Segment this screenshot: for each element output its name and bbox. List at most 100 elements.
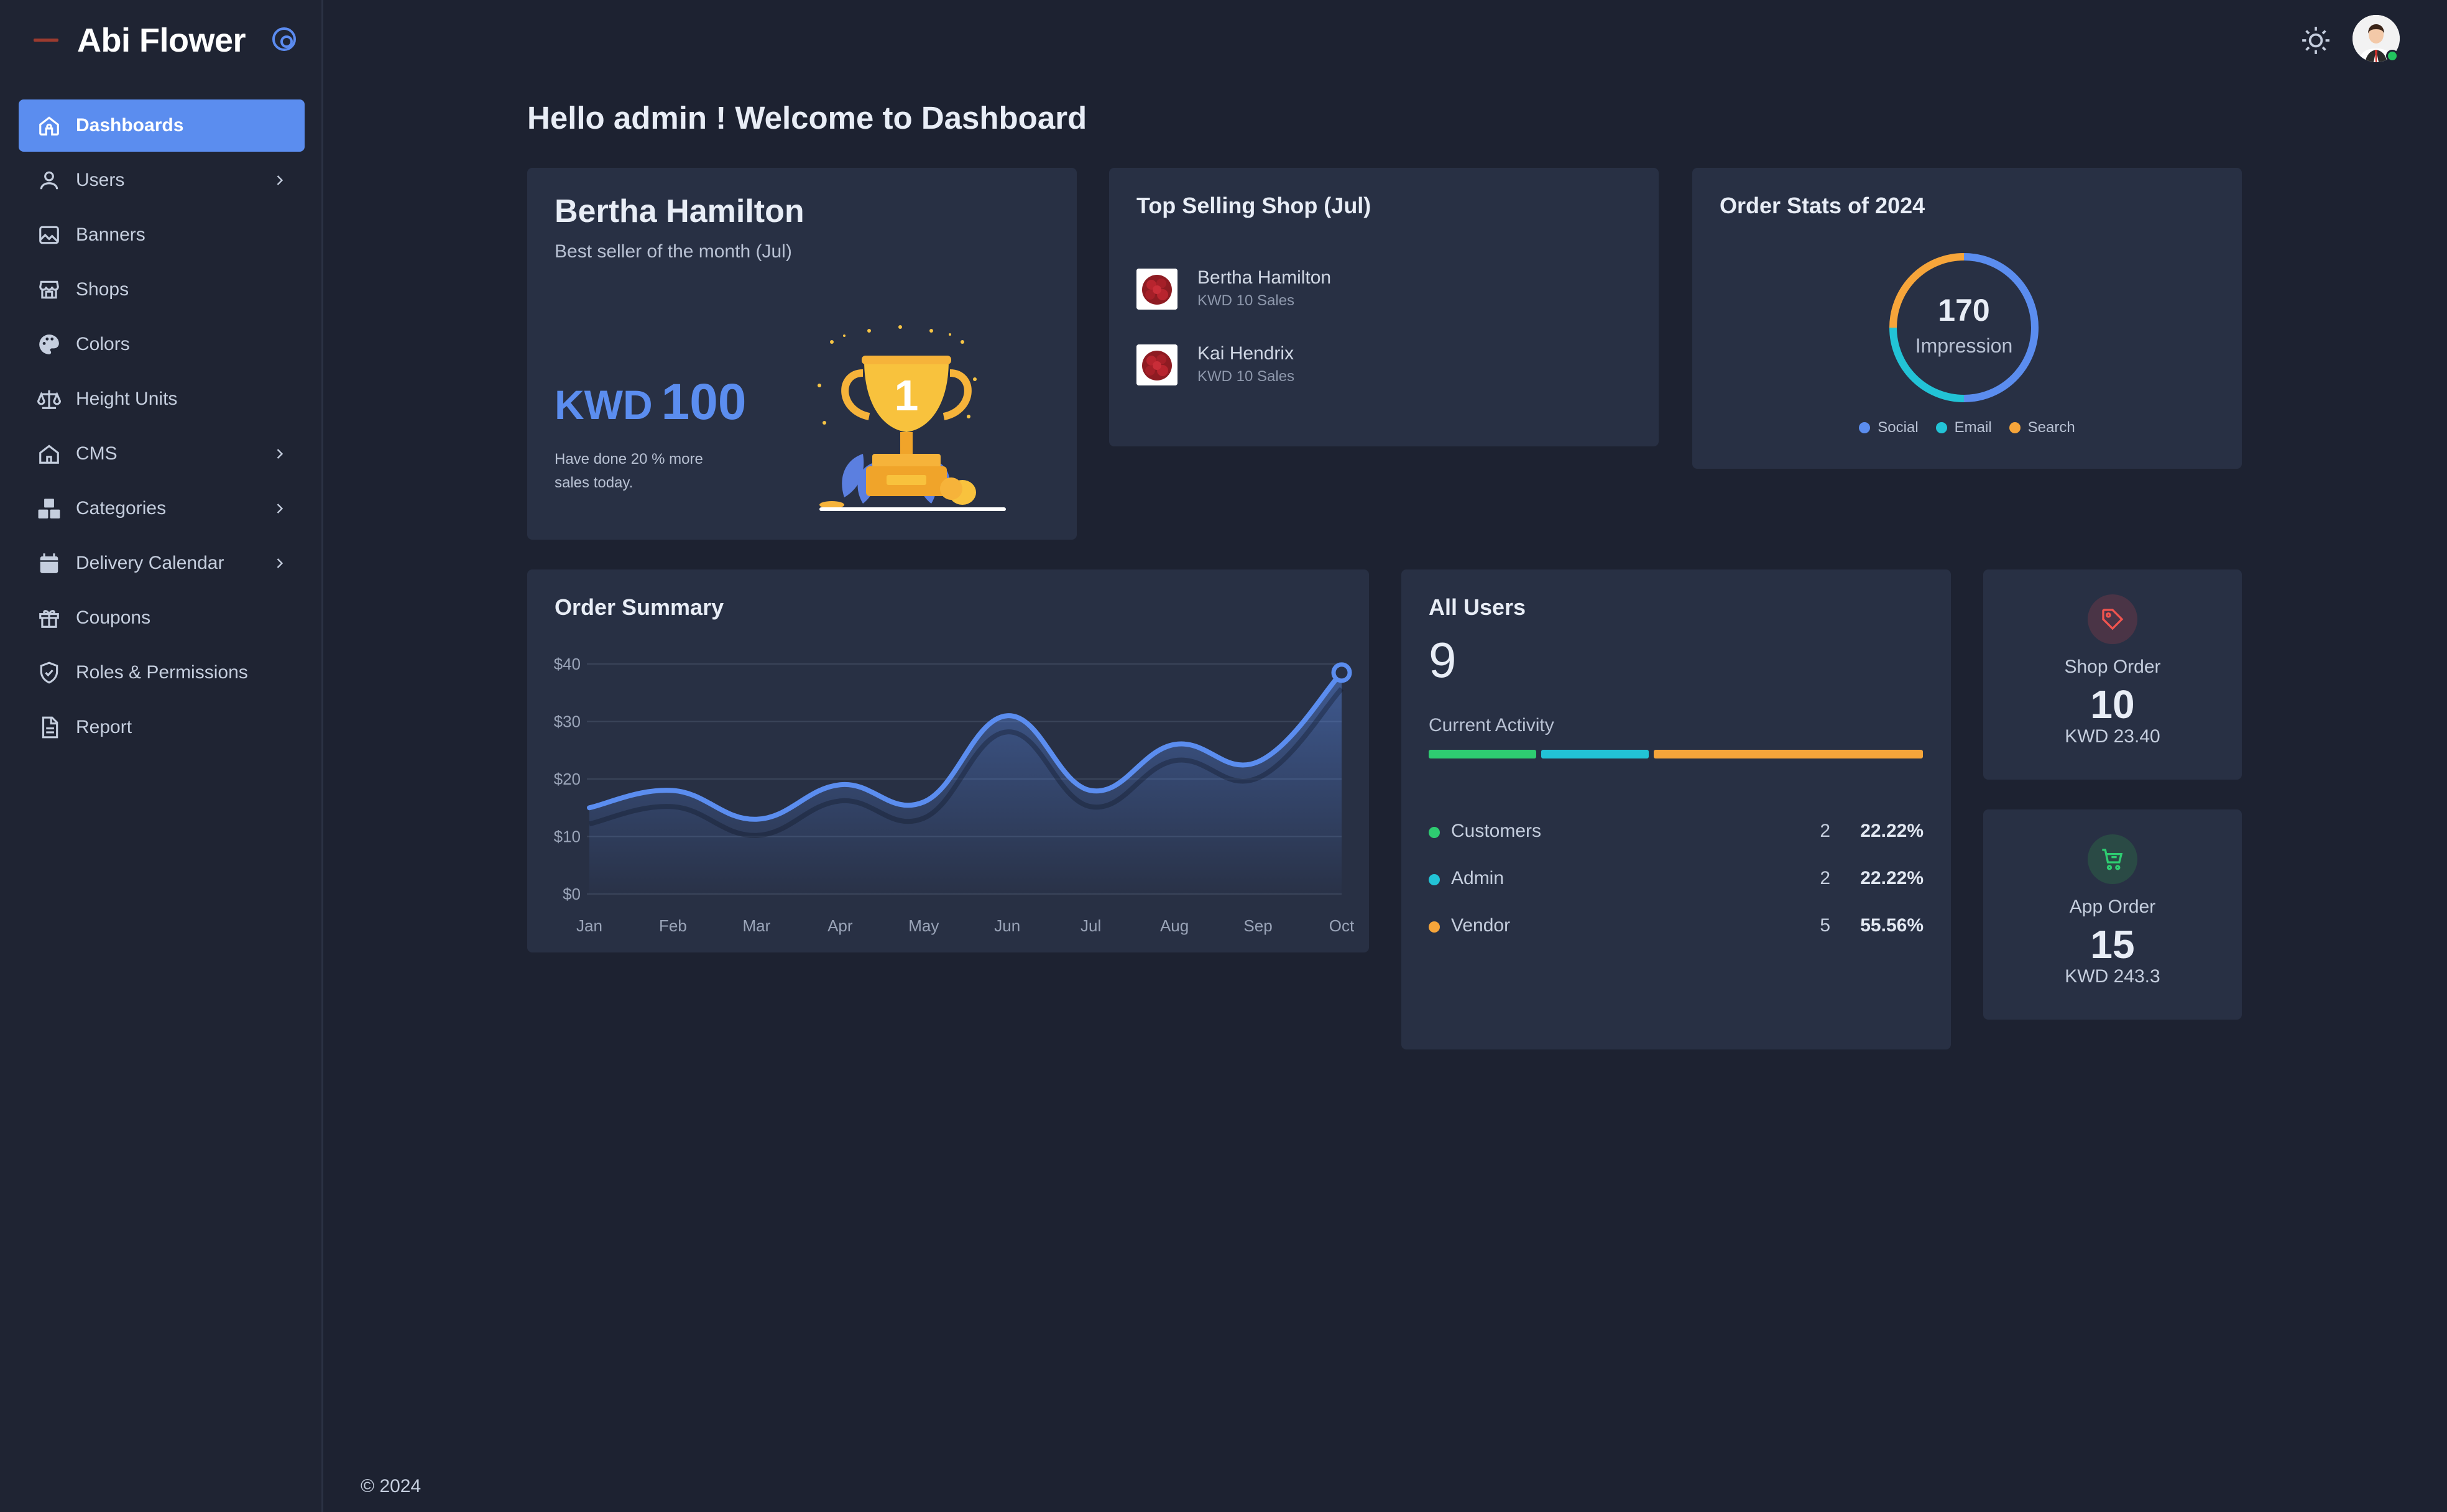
- card-title: Top Selling Shop (Jul): [1136, 193, 1371, 218]
- brand-name: Abi Flower: [77, 22, 246, 59]
- chevron-right-icon: [277, 175, 283, 185]
- sidebar-item-dashboards[interactable]: Dashboards: [19, 99, 305, 152]
- activity-bar-segment-admin: [1541, 750, 1649, 758]
- svg-text:1: 1: [895, 371, 919, 420]
- currency-label: KWD: [555, 382, 653, 428]
- data-point[interactable]: [1331, 662, 1352, 683]
- x-tick-label: Mar: [742, 916, 770, 935]
- shop-order-label: Shop Order: [2064, 657, 2161, 677]
- data-point[interactable]: [1087, 787, 1095, 795]
- legend-dot: [1935, 422, 1947, 433]
- sidebar-item-roles-permissions[interactable]: Roles & Permissions: [19, 647, 305, 699]
- data-point[interactable]: [1255, 758, 1262, 765]
- trophy-icon: 1: [818, 325, 1006, 511]
- chevron-right-icon: [277, 504, 283, 514]
- list-item[interactable]: Bertha Hamilton KWD 10 Sales: [1136, 265, 1509, 315]
- sidebar-item-label: CMS: [76, 443, 118, 464]
- x-tick-label: Oct: [1329, 916, 1355, 935]
- legend-label: Social: [1878, 419, 1919, 436]
- brand-logo: [31, 36, 62, 45]
- order-summary-chart[interactable]: $0 $10 $20 $30 $40 Jan Feb Mar Apr May Jun Jul Aug Se…: [527, 569, 1369, 952]
- sidebar-item-report[interactable]: Report: [19, 701, 305, 754]
- app-order-label: App Order: [2069, 897, 2156, 917]
- sidebar-item-label: Users: [76, 170, 125, 190]
- sidebar-item-shops[interactable]: Shops: [19, 264, 305, 316]
- activity-bar-segment-vendor: [1654, 750, 1923, 758]
- shield-check-icon: [37, 661, 61, 685]
- legend-dot: [2009, 422, 2021, 433]
- sidebar-item-label: Report: [76, 717, 132, 737]
- list-item: Admin 2 22.22%: [1429, 867, 1924, 892]
- donut-label: Impression: [1915, 334, 2013, 357]
- shop-name: Kai Hendrix: [1197, 343, 1294, 364]
- sidebar-item-label: Categories: [76, 498, 167, 519]
- sidebar-item-label: Coupons: [76, 607, 151, 628]
- theme-toggle-sun-icon[interactable]: [2300, 25, 2331, 56]
- data-point[interactable]: [669, 787, 676, 795]
- current-activity-label: Current Activity: [1429, 715, 1554, 735]
- sidebar-item-label: Dashboards: [76, 115, 184, 136]
- y-tick-label: $10: [554, 827, 581, 846]
- legend-item-search[interactable]: Search: [2009, 419, 2075, 436]
- best-seller-card: Bertha Hamilton Best seller of the month…: [527, 168, 1077, 540]
- x-tick-label: Aug: [1160, 916, 1189, 935]
- list-item: Vendor 5 55.56%: [1429, 914, 1924, 939]
- shop-order-card[interactable]: Shop Order 10 KWD 23.40: [1983, 569, 2242, 780]
- shop-sales: KWD 10 Sales: [1197, 368, 1295, 385]
- status-dot: [1429, 921, 1440, 933]
- page-title: Hello admin ! Welcome to Dashboard: [527, 100, 1087, 136]
- user-type-percent: 22.22%: [1860, 868, 1924, 888]
- data-point[interactable]: [920, 798, 928, 806]
- card-title: Order Stats of 2024: [1720, 193, 1925, 218]
- legend-item-social[interactable]: Social: [1859, 419, 1919, 436]
- tag-icon: [2088, 594, 2137, 644]
- shop-sales: KWD 10 Sales: [1197, 292, 1295, 309]
- app-order-amount: KWD 243.3: [2065, 966, 2160, 987]
- chart-legend: Social Email Search: [1692, 419, 2242, 436]
- x-tick-label: Jun: [994, 916, 1020, 935]
- user-type-label: Admin: [1451, 868, 1505, 888]
- sidebar-toggle-icon[interactable]: [272, 27, 296, 51]
- data-point[interactable]: [1171, 741, 1178, 749]
- shop-order-amount: KWD 23.40: [2065, 726, 2160, 747]
- status-dot: [1429, 874, 1440, 885]
- sidebar-nav: Dashboards Users Banners Shops Colors He…: [19, 99, 305, 756]
- sidebar-item-colors[interactable]: Colors: [19, 318, 305, 371]
- x-tick-label: Feb: [659, 916, 687, 935]
- user-type-count: 5: [1820, 915, 1830, 936]
- status-dot: [1429, 827, 1440, 838]
- sidebar-item-delivery-calendar[interactable]: Delivery Calendar: [19, 537, 305, 589]
- calendar-icon: [37, 551, 61, 575]
- footer-copyright: © 2024: [361, 1476, 422, 1496]
- sidebar-item-label: Colors: [76, 334, 130, 354]
- data-point[interactable]: [753, 816, 760, 823]
- list-item: Customers 2 22.22%: [1429, 819, 1924, 844]
- all-users-card: All Users 9 Current Activity Customers 2…: [1401, 569, 1951, 1049]
- x-tick-label: Apr: [827, 916, 853, 935]
- sidebar-item-banners[interactable]: Banners: [19, 209, 305, 261]
- user-type-label: Vendor: [1451, 915, 1511, 936]
- legend-item-email[interactable]: Email: [1935, 419, 1992, 436]
- cart-icon: [2088, 834, 2137, 884]
- sidebar-item-coupons[interactable]: Coupons: [19, 592, 305, 644]
- list-item[interactable]: Kai Hendrix KWD 10 Sales: [1136, 341, 1509, 390]
- data-point[interactable]: [586, 804, 593, 811]
- legend-dot: [1859, 422, 1871, 433]
- file-icon: [37, 716, 61, 739]
- home-icon: [37, 114, 61, 137]
- sidebar-item-height-units[interactable]: Height Units: [19, 373, 305, 425]
- chevron-right-icon: [277, 449, 283, 459]
- brand[interactable]: Abi Flower: [31, 19, 246, 62]
- y-tick-label: $40: [554, 655, 581, 673]
- donut-value: 170: [1938, 293, 1990, 328]
- order-stats-card: Order Stats of 2024 170 Impression Socia…: [1692, 168, 2242, 469]
- sidebar-item-users[interactable]: Users: [19, 154, 305, 206]
- data-point[interactable]: [836, 781, 844, 788]
- sidebar-item-cms[interactable]: CMS: [19, 428, 305, 480]
- sidebar-item-categories[interactable]: Categories: [19, 482, 305, 535]
- data-point[interactable]: [1003, 712, 1011, 719]
- x-tick-label: May: [908, 916, 939, 935]
- shop-thumbnail: [1136, 269, 1177, 310]
- app-order-card[interactable]: App Order 15 KWD 243.3: [1983, 809, 2242, 1020]
- palette-icon: [37, 333, 61, 356]
